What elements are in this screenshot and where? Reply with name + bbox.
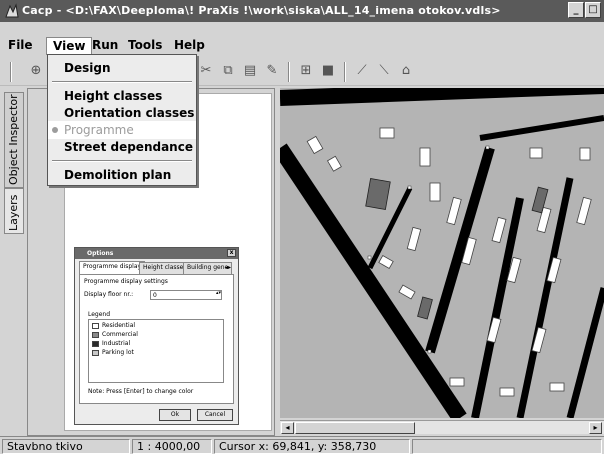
cut-icon[interactable]: ✂	[198, 63, 214, 79]
side-tabs: Object Inspector Layers	[0, 88, 26, 438]
status-scale: 1 : 4000,00	[132, 439, 212, 454]
app-window: Cacp - <D:\FAX\Deeploma\! PraXis !\work\…	[0, 0, 604, 454]
tab-scroll-icon[interactable]: ◂▸	[225, 264, 231, 271]
map-drawing	[280, 88, 604, 418]
menu-bar: File View Run Tools Help	[0, 34, 604, 56]
display-floor-label: Display floor nr.:	[84, 291, 134, 298]
maximize-button[interactable]: □	[585, 2, 601, 18]
scroll-right-icon[interactable]: ▸	[589, 422, 602, 434]
app-logo-icon	[5, 3, 19, 18]
radio-bullet-icon	[52, 127, 58, 133]
toolbar-separator	[10, 62, 12, 82]
ok-button[interactable]: Ok	[159, 409, 191, 421]
settings-section-label: Programme display settings	[84, 278, 168, 285]
menu-item-design[interactable]: Design	[48, 59, 196, 77]
tab-layers[interactable]: Layers	[4, 188, 24, 234]
legend-swatch-industrial[interactable]	[92, 341, 99, 347]
menu-separator	[52, 81, 192, 83]
menu-run[interactable]: Run	[86, 37, 124, 55]
menu-tools[interactable]: Tools	[122, 37, 168, 55]
scrollbar-thumb[interactable]	[295, 422, 415, 434]
tool-b-icon[interactable]: ⟍	[376, 63, 392, 79]
spin-icon[interactable]: ▴▾	[216, 290, 221, 296]
menu-item-demolition-plan[interactable]: Demolition plan	[48, 166, 196, 184]
options-title-bar[interactable]: Options x	[75, 248, 238, 259]
maximize-icon: □	[588, 4, 598, 15]
legend-box: Residential Commercial Industrial Parkin…	[88, 319, 224, 383]
menu-item-height-classes[interactable]: Height classes	[48, 87, 196, 105]
menu-item-programme: Programme	[48, 121, 196, 139]
map-horizontal-scrollbar[interactable]: ◂ ▸	[280, 420, 604, 434]
display-floor-input[interactable]: 0	[150, 290, 222, 300]
status-empty	[412, 439, 602, 454]
menu-item-programme-label: Programme	[64, 123, 134, 137]
tab-layers-label: Layers	[7, 194, 20, 231]
legend-swatch-residential[interactable]	[92, 323, 99, 329]
block-icon[interactable]: ■	[320, 63, 336, 79]
zoom-icon[interactable]: ⊕	[28, 63, 44, 79]
legend-label: Commercial	[102, 331, 138, 338]
status-cursor: Cursor x: 69,841, y: 358,730	[214, 439, 410, 454]
options-dialog: Options x Programme display Height class…	[74, 247, 239, 425]
map-canvas[interactable]	[280, 88, 604, 418]
menu-item-orientation-classes[interactable]: Orientation classes	[48, 104, 196, 122]
tool-a-icon[interactable]: ⟋	[354, 63, 370, 79]
scroll-left-icon[interactable]: ◂	[281, 422, 294, 434]
legend-label: Residential	[102, 322, 136, 329]
tab-object-inspector-label: Object Inspector	[7, 94, 20, 185]
house-icon[interactable]: ⌂	[398, 63, 414, 79]
edit-icon[interactable]: ✎	[264, 63, 280, 79]
legend-title: Legend	[88, 311, 111, 318]
status-bar: Stavbno tkivo 1 : 4000,00 Cursor x: 69,8…	[0, 436, 604, 454]
legend-label: Industrial	[102, 340, 131, 347]
status-layer: Stavbno tkivo	[2, 439, 130, 454]
window-title: Cacp - <D:\FAX\Deeploma\! PraXis !\work\…	[22, 4, 501, 17]
options-title: Options	[87, 250, 114, 257]
tab-object-inspector[interactable]: Object Inspector	[4, 92, 24, 188]
options-note: Note: Press [Enter] to change color	[88, 388, 194, 395]
menu-item-street-dependance[interactable]: Street dependance	[48, 138, 196, 156]
view-dropdown-menu: Design Height classes Orientation classe…	[47, 54, 197, 186]
grid-icon[interactable]: ⊞	[298, 63, 314, 79]
toolbar-separator	[344, 62, 346, 82]
menu-separator	[52, 160, 192, 162]
legend-label: Parking lot	[102, 349, 134, 356]
close-icon[interactable]: x	[227, 249, 236, 257]
minimize-icon: _	[573, 4, 579, 15]
toolbar-separator	[288, 62, 290, 82]
minimize-button[interactable]: _	[568, 2, 584, 18]
cancel-button[interactable]: Cancel	[197, 409, 233, 421]
options-panel: Programme display settings Display floor…	[79, 274, 234, 404]
menu-help[interactable]: Help	[168, 37, 211, 55]
menu-file[interactable]: File	[2, 37, 39, 55]
tab-programme-display[interactable]: Programme display	[79, 261, 146, 274]
legend-swatch-commercial[interactable]	[92, 332, 99, 338]
legend-swatch-parking[interactable]	[92, 350, 99, 356]
paste-icon[interactable]: ▤	[242, 63, 258, 79]
title-bar[interactable]: Cacp - <D:\FAX\Deeploma\! PraXis !\work\…	[0, 0, 604, 22]
copy-icon[interactable]: ⧉	[220, 63, 236, 79]
